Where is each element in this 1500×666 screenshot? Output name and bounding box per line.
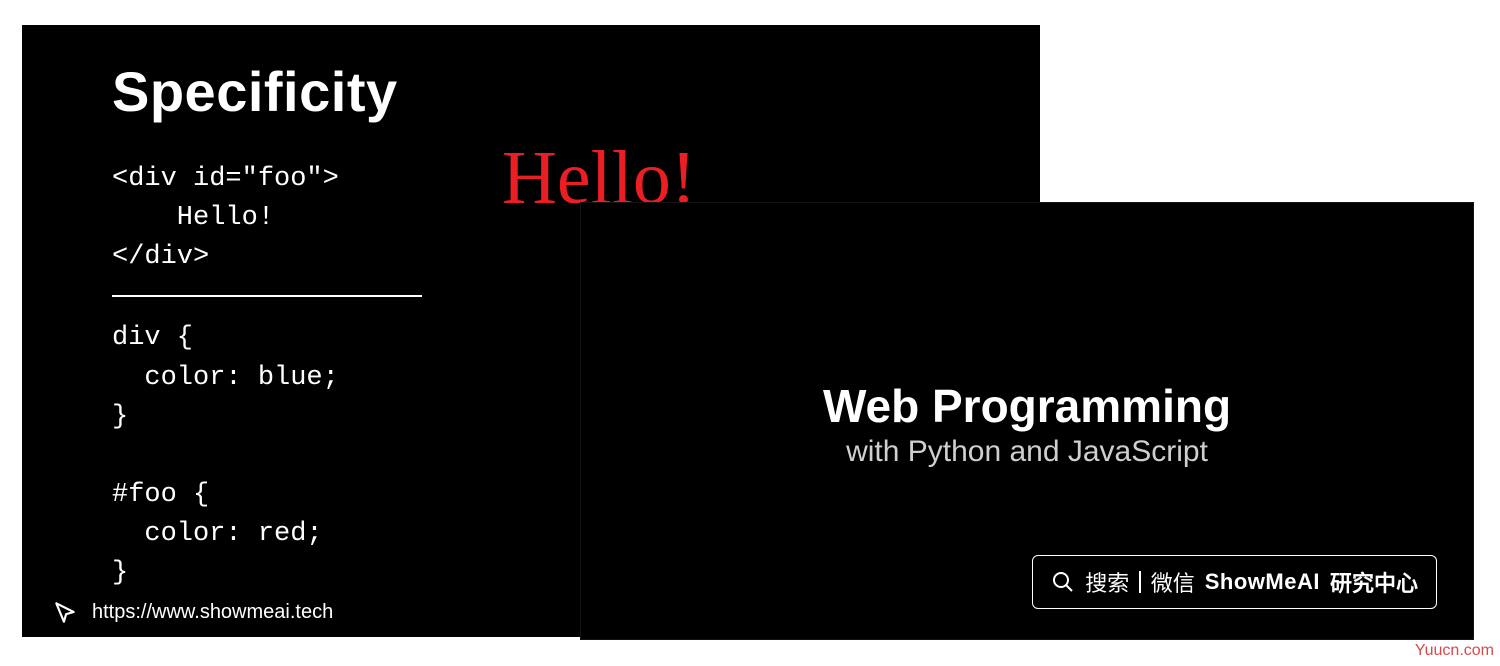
course-title: Web Programming	[581, 379, 1473, 433]
cursor-icon	[52, 599, 78, 625]
search-brand: ShowMeAI	[1205, 569, 1320, 595]
search-icon	[1051, 570, 1075, 594]
search-label: 搜索	[1085, 566, 1129, 598]
slide-title: Specificity	[112, 59, 950, 124]
search-tail: 研究中心	[1330, 566, 1418, 598]
search-platform: 微信	[1151, 566, 1195, 598]
slide-course-title: Web Programming with Python and JavaScri…	[580, 202, 1474, 640]
separator	[112, 295, 422, 297]
watermark: Yuucn.com	[1415, 642, 1494, 660]
search-callout: 搜索 微信 ShowMeAI 研究中心	[1032, 555, 1437, 609]
footer: https://www.showmeai.tech	[52, 599, 333, 625]
footer-url: https://www.showmeai.tech	[92, 601, 333, 624]
divider	[1139, 571, 1141, 593]
course-subtitle: with Python and JavaScript	[581, 435, 1473, 469]
